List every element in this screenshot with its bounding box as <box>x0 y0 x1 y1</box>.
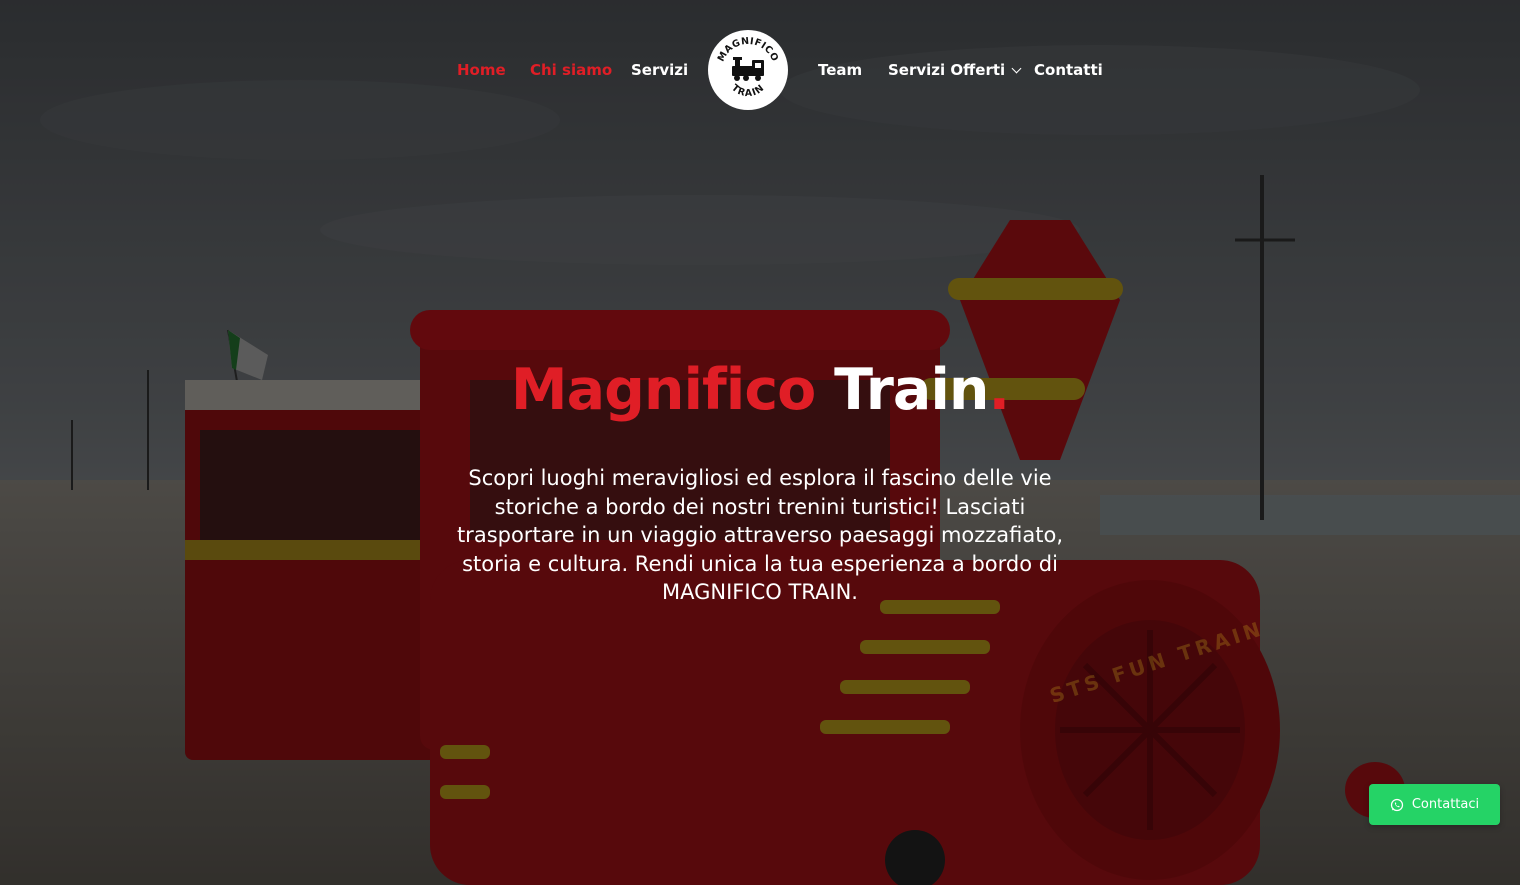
hero-title-train: Train <box>834 357 989 423</box>
svg-text:TRAIN: TRAIN <box>729 82 767 99</box>
hero-title-magnifico: Magnifico <box>510 357 816 423</box>
nav-item-home[interactable]: Home <box>457 60 506 80</box>
whatsapp-contact-button[interactable]: Contattaci <box>1369 784 1500 825</box>
hero-description: Scopri luoghi meravigliosi ed esplora il… <box>456 466 1064 605</box>
whatsapp-contact-label: Contattaci <box>1411 797 1480 812</box>
nav-item-contatti[interactable]: Contatti <box>1034 60 1103 80</box>
whatsapp-icon <box>1390 798 1403 811</box>
nav-item-chi-siamo[interactable]: Chi siamo <box>530 60 612 80</box>
chevron-down-icon <box>1011 63 1022 74</box>
nav-item-servizi-offerti-label: Servizi Offerti <box>888 61 1006 79</box>
nav-item-servizi-offerti[interactable]: Servizi Offerti <box>888 60 1022 80</box>
nav-item-servizi[interactable]: Servizi <box>631 60 688 80</box>
main-navigation: Home Chi siamo Servizi MAGNIFICO TRAIN T… <box>0 0 1520 140</box>
logo-bottom-text: TRAIN <box>729 82 766 99</box>
hero-title-dot: . <box>988 357 1010 423</box>
svg-text:MAGNIFICO: MAGNIFICO <box>716 36 781 64</box>
hero-title: Magnifico Train. <box>0 355 1520 425</box>
site-logo[interactable]: MAGNIFICO TRAIN <box>708 30 788 110</box>
nav-item-team[interactable]: Team <box>818 60 862 80</box>
logo-top-text: MAGNIFICO <box>716 36 780 64</box>
train-logo-icon: MAGNIFICO TRAIN <box>716 36 781 99</box>
